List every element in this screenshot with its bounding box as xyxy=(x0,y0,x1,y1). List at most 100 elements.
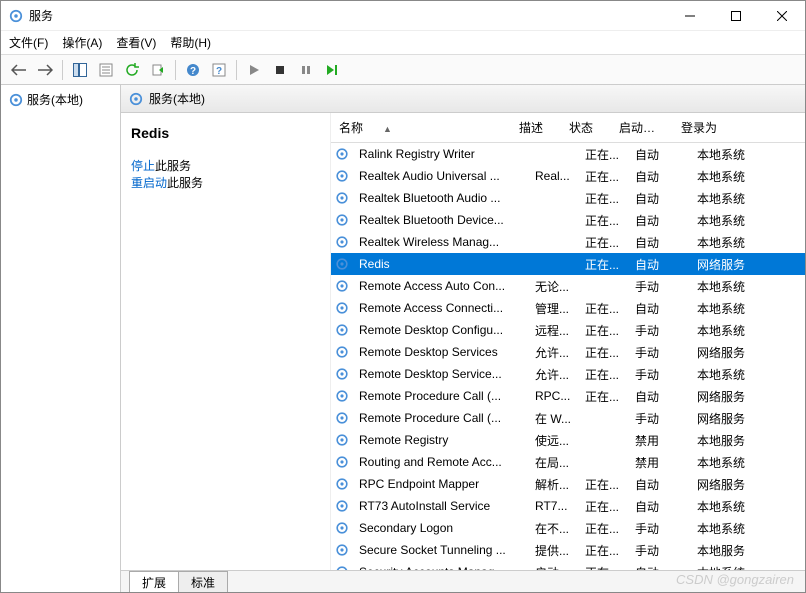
cell-startup: 手动 xyxy=(631,542,693,559)
service-row[interactable]: Remote Procedure Call (...在 W...手动网络服务 xyxy=(331,407,805,429)
service-list[interactable]: 名称▲ 描述 状态 启动类型 登录为 Ralink Registry Write… xyxy=(331,113,805,570)
column-login[interactable]: 登录为 xyxy=(673,113,749,142)
cell-startup: 自动 xyxy=(631,498,693,515)
cell-name: Remote Procedure Call (... xyxy=(355,389,531,403)
service-row[interactable]: RPC Endpoint Mapper解析...正在...自动网络服务 xyxy=(331,473,805,495)
cell-name: Remote Desktop Configu... xyxy=(355,323,531,337)
maximize-button[interactable] xyxy=(713,1,759,31)
cell-status: 正在... xyxy=(581,300,631,317)
topic-help-button[interactable]: ? xyxy=(207,58,231,82)
restart-service-button[interactable] xyxy=(320,58,344,82)
tab-extended[interactable]: 扩展 xyxy=(129,571,179,592)
cell-startup: 手动 xyxy=(631,366,693,383)
gear-icon xyxy=(335,455,351,469)
service-row[interactable]: Remote Access Auto Con...无论...手动本地系统 xyxy=(331,275,805,297)
cell-startup: 自动 xyxy=(631,212,693,229)
show-hide-tree-button[interactable] xyxy=(68,58,92,82)
service-row[interactable]: Realtek Audio Universal ...Real...正在...自… xyxy=(331,165,805,187)
column-status[interactable]: 状态 xyxy=(561,113,611,142)
cell-name: Secure Socket Tunneling ... xyxy=(355,543,531,557)
tree-panel: 服务(本地) xyxy=(1,85,121,592)
cell-status: 正在... xyxy=(581,476,631,493)
sort-asc-icon: ▲ xyxy=(383,124,392,134)
properties-button[interactable] xyxy=(94,58,118,82)
service-row[interactable]: Remote Access Connecti...管理...正在...自动本地系… xyxy=(331,297,805,319)
cell-name: Ralink Registry Writer xyxy=(355,147,531,161)
forward-button[interactable] xyxy=(33,58,57,82)
service-row[interactable]: Secure Socket Tunneling ...提供...正在...手动本… xyxy=(331,539,805,561)
service-row[interactable]: Remote Desktop Service...允许...正在...手动本地系… xyxy=(331,363,805,385)
separator xyxy=(62,60,63,80)
menu-view[interactable]: 查看(V) xyxy=(116,34,156,51)
cell-desc: 提供... xyxy=(531,542,581,559)
service-row[interactable]: Security Accounts Manag...启动...正在...自动本地… xyxy=(331,561,805,570)
cell-startup: 自动 xyxy=(631,476,693,493)
close-button[interactable] xyxy=(759,1,805,31)
cell-startup: 手动 xyxy=(631,322,693,339)
service-row[interactable]: Remote Desktop Services允许...正在...手动网络服务 xyxy=(331,341,805,363)
menubar: 文件(F) 操作(A) 查看(V) 帮助(H) xyxy=(1,31,805,55)
refresh-button[interactable] xyxy=(120,58,144,82)
menu-file[interactable]: 文件(F) xyxy=(9,34,48,51)
cell-name: Security Accounts Manag... xyxy=(355,565,531,570)
cell-login: 本地系统 xyxy=(693,168,769,185)
cell-login: 本地服务 xyxy=(693,432,769,449)
service-row[interactable]: Secondary Logon在不...正在...手动本地系统 xyxy=(331,517,805,539)
cell-desc: 在 W... xyxy=(531,410,581,427)
svg-text:?: ? xyxy=(190,66,196,77)
cell-login: 本地系统 xyxy=(693,300,769,317)
cell-desc: RT7... xyxy=(531,499,581,513)
stop-service-button[interactable] xyxy=(268,58,292,82)
separator xyxy=(175,60,176,80)
cell-login: 本地系统 xyxy=(693,322,769,339)
tab-standard[interactable]: 标准 xyxy=(178,571,228,592)
cell-login: 网络服务 xyxy=(693,256,769,273)
service-row[interactable]: Ralink Registry Writer正在...自动本地系统 xyxy=(331,143,805,165)
cell-login: 本地系统 xyxy=(693,498,769,515)
minimize-button[interactable] xyxy=(667,1,713,31)
gear-icon xyxy=(335,147,351,161)
service-row[interactable]: Remote Procedure Call (...RPC...正在...自动网… xyxy=(331,385,805,407)
cell-desc: 允许... xyxy=(531,344,581,361)
menu-action[interactable]: 操作(A) xyxy=(62,34,102,51)
service-row[interactable]: Realtek Wireless Manag...正在...自动本地系统 xyxy=(331,231,805,253)
cell-status: 正在... xyxy=(581,256,631,273)
cell-status: 正在... xyxy=(581,322,631,339)
service-row[interactable]: RT73 AutoInstall ServiceRT7...正在...自动本地系… xyxy=(331,495,805,517)
service-row[interactable]: Redis正在...自动网络服务 xyxy=(331,253,805,275)
cell-desc: RPC... xyxy=(531,389,581,403)
toolbar: ? ? xyxy=(1,55,805,85)
column-name[interactable]: 名称▲ xyxy=(331,113,511,142)
cell-name: RPC Endpoint Mapper xyxy=(355,477,531,491)
export-button[interactable] xyxy=(146,58,170,82)
window-title: 服务 xyxy=(29,7,53,24)
help-button[interactable]: ? xyxy=(181,58,205,82)
service-row[interactable]: Remote Registry使远...禁用本地服务 xyxy=(331,429,805,451)
cell-name: RT73 AutoInstall Service xyxy=(355,499,531,513)
column-desc[interactable]: 描述 xyxy=(511,113,561,142)
cell-login: 本地系统 xyxy=(693,454,769,471)
cell-name: Remote Desktop Service... xyxy=(355,367,531,381)
main-area: 服务(本地) 服务(本地) Redis 停止此服务 重启动此服务 名称▲ 描述 xyxy=(1,85,805,592)
cell-startup: 禁用 xyxy=(631,432,693,449)
service-row[interactable]: Realtek Bluetooth Audio ...正在...自动本地系统 xyxy=(331,187,805,209)
gear-icon xyxy=(335,235,351,249)
cell-startup: 手动 xyxy=(631,520,693,537)
cell-startup: 手动 xyxy=(631,410,693,427)
stop-link[interactable]: 停止 xyxy=(131,159,155,173)
back-button[interactable] xyxy=(7,58,31,82)
restart-link[interactable]: 重启动 xyxy=(131,176,167,190)
service-row[interactable]: Remote Desktop Configu...远程...正在...手动本地系… xyxy=(331,319,805,341)
cell-status: 正在... xyxy=(581,234,631,251)
service-row[interactable]: Realtek Bluetooth Device...正在...自动本地系统 xyxy=(331,209,805,231)
list-rows: Ralink Registry Writer正在...自动本地系统Realtek… xyxy=(331,143,805,570)
tree-item-services-local[interactable]: 服务(本地) xyxy=(5,89,116,110)
pause-service-button[interactable] xyxy=(294,58,318,82)
cell-startup: 自动 xyxy=(631,146,693,163)
column-startup[interactable]: 启动类型 xyxy=(611,113,673,142)
service-row[interactable]: Routing and Remote Acc...在局...禁用本地系统 xyxy=(331,451,805,473)
gear-icon xyxy=(335,213,351,227)
menu-help[interactable]: 帮助(H) xyxy=(170,34,211,51)
cell-name: Remote Access Auto Con... xyxy=(355,279,531,293)
start-service-button[interactable] xyxy=(242,58,266,82)
